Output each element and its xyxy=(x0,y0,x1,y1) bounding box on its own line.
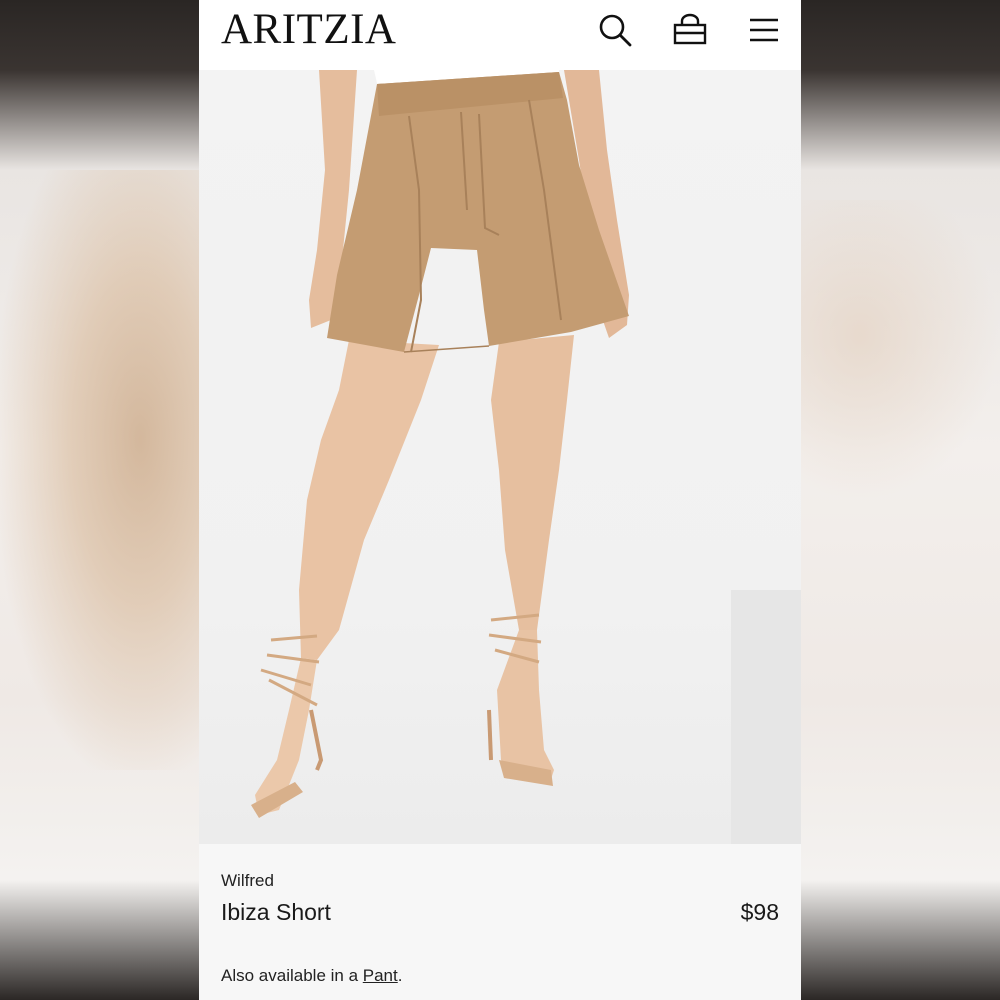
product-brand[interactable]: Wilfred xyxy=(221,871,274,891)
shopping-bag-icon[interactable] xyxy=(672,12,708,48)
aritzia-logo[interactable]: ARITZIA xyxy=(221,8,396,52)
also-available-suffix: . xyxy=(397,966,403,985)
backdrop-glow-right xyxy=(800,200,1000,500)
backdrop-glow-left xyxy=(0,170,200,770)
site-header: ARITZIA xyxy=(199,0,801,70)
product-name[interactable]: Ibiza Short xyxy=(221,899,331,926)
mobile-page: ARITZIA Wilfred Ibiza Short $98 Also ava… xyxy=(199,0,801,1000)
product-info: Wilfred Ibiza Short $98 Also available i… xyxy=(199,844,801,1000)
also-available-text: Also available in a Pant. xyxy=(221,966,402,986)
product-price: $98 xyxy=(740,899,779,925)
menu-icon[interactable] xyxy=(746,12,782,48)
product-image[interactable] xyxy=(199,70,801,844)
search-icon[interactable] xyxy=(597,12,633,48)
product-photo-illustration xyxy=(251,70,629,818)
also-available-prefix: Also available in a xyxy=(221,966,363,985)
pant-link[interactable]: Pant xyxy=(363,966,398,985)
